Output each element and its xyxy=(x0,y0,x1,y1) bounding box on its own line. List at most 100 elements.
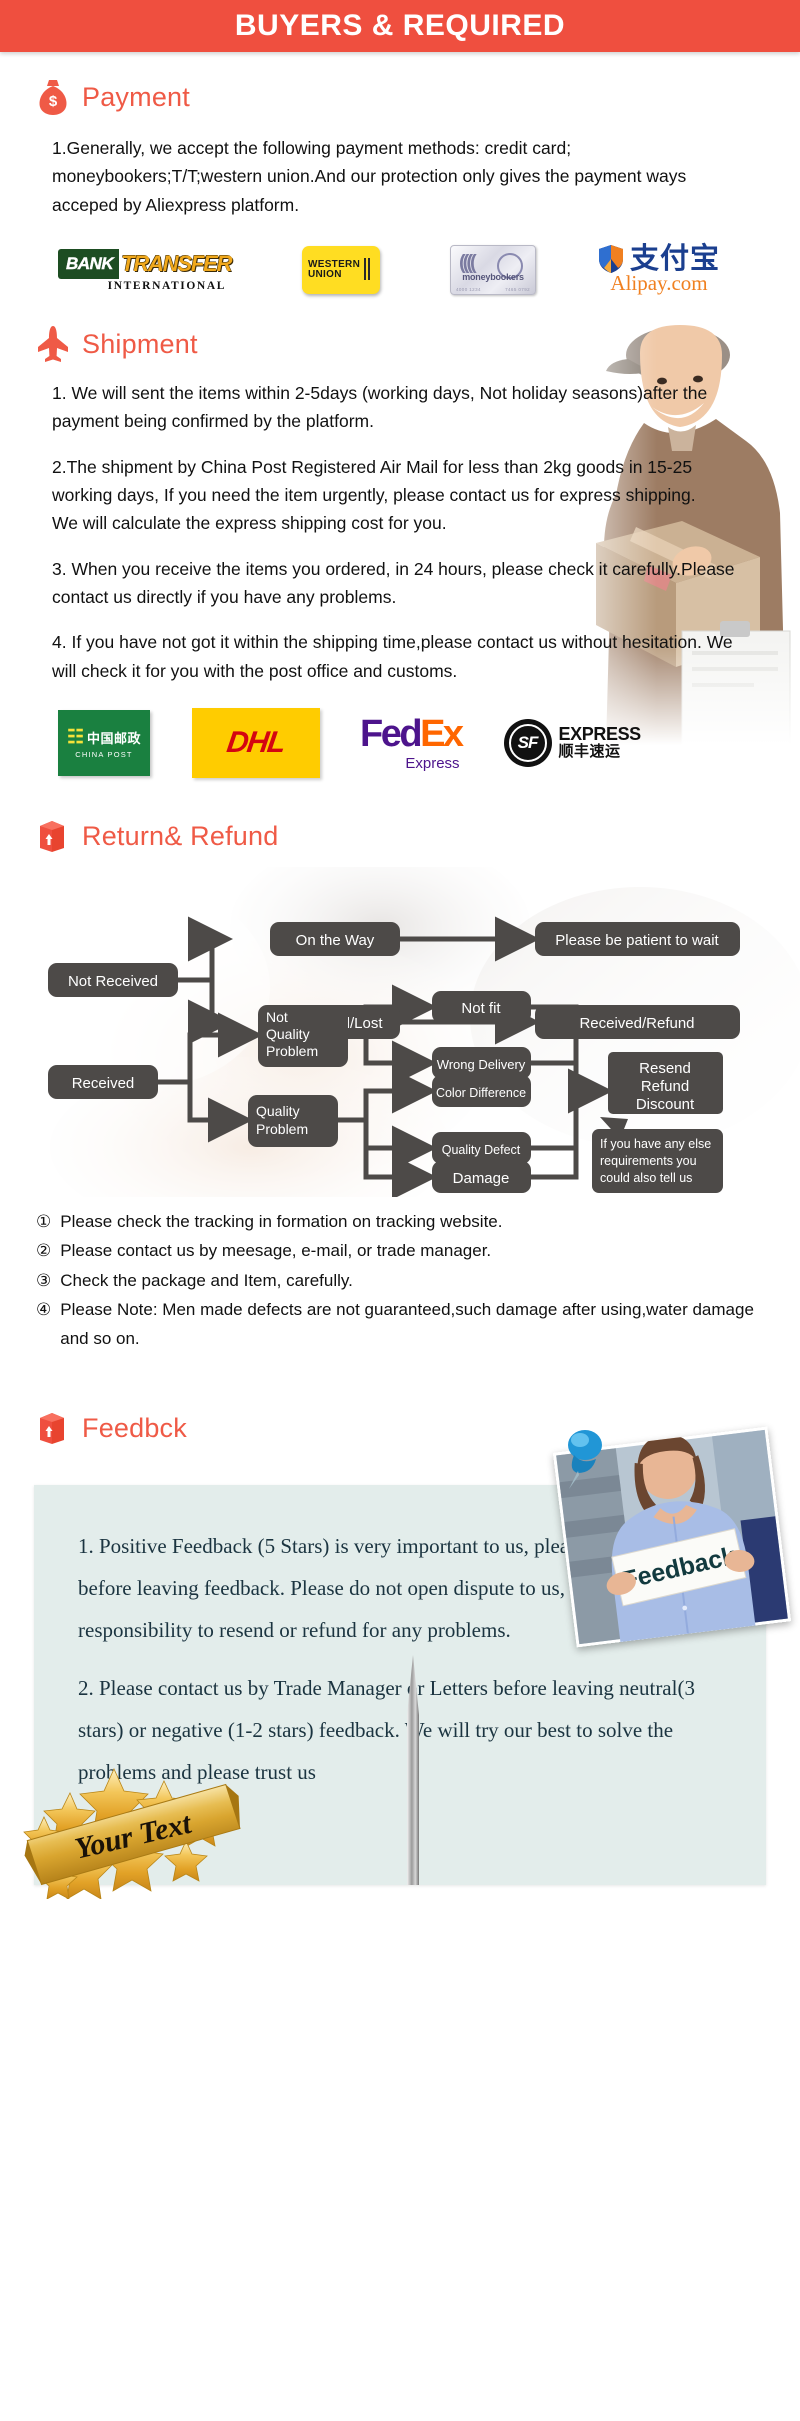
svg-text:requirements you: requirements you xyxy=(600,1154,697,1168)
airplane-icon xyxy=(36,325,70,363)
flow-node-not-fit: Not fit xyxy=(461,1000,501,1017)
list-item: ② Please contact us by meesage, e-mail, o… xyxy=(36,1236,760,1265)
sf-mark: SF xyxy=(517,733,539,753)
svg-text:Refund: Refund xyxy=(641,1078,689,1095)
fedex-word-ex: Ex xyxy=(420,712,464,755)
list-marker: ③ xyxy=(36,1270,52,1290)
your-text-star-badge: Your Text xyxy=(23,1768,241,1900)
sf-badge-icon: SF xyxy=(503,719,552,768)
sf-express-logo: SF EXPRESS 顺丰速运 xyxy=(503,719,642,768)
shipment-paragraph-2: 2.The shipment by China Post Registered … xyxy=(52,456,696,534)
moneybookers-digits-right: 7465 0792 xyxy=(505,287,530,293)
svg-text:Problem: Problem xyxy=(266,1043,318,1059)
fedex-logo: FedEx Express xyxy=(360,712,464,772)
list-item: ③ Check the package and Item, carefully. xyxy=(36,1266,760,1295)
bank-transfer-word-international: INTERNATIONAL xyxy=(107,279,226,292)
section-header-returns: Return& Refund xyxy=(0,817,800,855)
push-pin-icon xyxy=(568,1430,602,1490)
flow-node-quality-problem: Quality xyxy=(256,1103,300,1119)
flowchart-diagram: Not Received On the Way Please be patien… xyxy=(48,916,740,1198)
needle-pen-icon xyxy=(407,1655,419,1886)
list-text: Please Note: Men made defects are not gu… xyxy=(60,1299,754,1349)
sf-hanzi: 顺丰速运 xyxy=(558,743,621,761)
svg-text:$: $ xyxy=(49,93,58,110)
list-marker: ① xyxy=(36,1212,52,1232)
china-post-logo: ☷ 中国邮政 CHINA POST xyxy=(58,710,150,777)
flow-node-on-the-way: On the Way xyxy=(296,932,375,949)
alipay-logo: 支付宝 Alipay.com xyxy=(598,244,720,296)
shipment-paragraph-1: 1. We will sent the items within 2-5days… xyxy=(52,383,708,432)
svg-text:Problem: Problem xyxy=(256,1121,308,1137)
flow-node-received-refund: Received/Refund xyxy=(579,1015,694,1032)
sf-word-express: EXPRESS xyxy=(558,724,642,745)
dhl-logo: DHL xyxy=(192,708,320,779)
flow-node-color-difference: Color Difference xyxy=(436,1086,526,1100)
section-header-payment: $ Payment xyxy=(0,78,800,116)
flow-node-received: Received xyxy=(72,1075,135,1092)
flow-node-quality-defect: Quality Defect xyxy=(442,1143,521,1157)
alipay-wordmark: Alipay.com xyxy=(610,271,708,296)
list-item: ④ Please Note: Men made defects are not g… xyxy=(36,1295,760,1353)
moneybookers-logo: (((( moneybookers 4000 1234 7465 0792 xyxy=(450,245,536,296)
list-text: Please check the tracking in formation o… xyxy=(60,1212,503,1232)
bank-transfer-word-transfer: TRANSFER xyxy=(121,250,232,276)
returns-flowchart: Not Received On the Way Please be patien… xyxy=(0,867,800,1198)
list-text: Please contact us by meesage, e-mail, or… xyxy=(60,1241,492,1261)
section-header-shipment: Shipment xyxy=(0,325,800,363)
list-marker: ④ xyxy=(36,1299,52,1319)
fedex-word-express: Express xyxy=(405,754,460,772)
china-post-mark-icon: ☷ xyxy=(66,726,85,748)
list-text: Check the package and Item, carefully. xyxy=(60,1270,353,1290)
western-union-wordmark: WESTERN UNION xyxy=(308,259,360,281)
banner-title: BUYERS & REQUIRED xyxy=(234,9,566,42)
moneybookers-wordmark: moneybookers xyxy=(462,272,524,283)
section-title-feedback: Feedbck xyxy=(82,1412,187,1443)
flow-node-not-quality-problem: Not xyxy=(266,1009,288,1025)
bank-transfer-word-bank: BANK xyxy=(58,248,120,279)
moneybookers-card-digits: 4000 1234 7465 0792 xyxy=(456,287,530,292)
shipment-copy: 1. We will sent the items within 2-5days… xyxy=(0,379,800,685)
shipment-section: Shipment 1. We will sent the items withi… xyxy=(0,301,800,783)
flow-node-not-received: Not Received xyxy=(68,973,158,990)
flow-node-please-be-patient: Please be patient to wait xyxy=(555,932,719,949)
svg-text:Quality: Quality xyxy=(266,1026,310,1042)
svg-text:Discount: Discount xyxy=(636,1096,695,1113)
list-marker: ② xyxy=(36,1241,52,1261)
western-union-line2: UNION xyxy=(308,269,342,281)
return-box-icon xyxy=(36,817,70,855)
western-union-logo: WESTERN UNION xyxy=(302,246,380,295)
carrier-logo-row: ☷ 中国邮政 CHINA POST DHL FedEx Express SF E… xyxy=(0,703,800,783)
flow-node-resend-refund-discount: Resend xyxy=(639,1060,691,1077)
alipay-hanzi: 支付宝 xyxy=(630,242,721,275)
section-title-returns: Return& Refund xyxy=(82,820,279,851)
page-banner: BUYERS & REQUIRED xyxy=(0,0,800,52)
payment-copy: 1.Generally, we accept the following pay… xyxy=(0,134,800,219)
dhl-wordmark: DHL xyxy=(225,726,287,760)
bank-transfer-logo: BANK TRANSFER INTERNATIONAL xyxy=(58,248,232,292)
payment-logo-row: BANK TRANSFER INTERNATIONAL WESTERN UNIO… xyxy=(0,239,800,301)
fedex-word-fed: Fed xyxy=(360,712,423,755)
shipment-paragraph-4: 4. If you have not got it within the shi… xyxy=(52,632,733,681)
svg-text:could also tell us: could also tell us xyxy=(600,1171,692,1185)
flow-node-wrong-delivery: Wrong Delivery xyxy=(437,1057,526,1072)
list-item: ① Please check the tracking in formation … xyxy=(36,1207,760,1236)
shipment-paragraph-3: 3. When you receive the items you ordere… xyxy=(52,558,735,608)
money-bag-icon: $ xyxy=(36,78,70,116)
return-box-icon xyxy=(36,1409,70,1447)
section-title-shipment: Shipment xyxy=(82,328,198,359)
alipay-shield-icon xyxy=(599,245,623,274)
western-union-bars-icon xyxy=(364,258,370,281)
flow-node-damage: Damage xyxy=(453,1170,510,1187)
section-title-payment: Payment xyxy=(82,81,190,112)
payment-paragraph: 1.Generally, we accept the following pay… xyxy=(52,138,687,215)
china-post-wordmark: CHINA POST xyxy=(75,749,133,759)
china-post-hanzi: 中国邮政 xyxy=(87,730,142,746)
flow-node-any-else-requirements: If you have any else xyxy=(600,1137,711,1151)
